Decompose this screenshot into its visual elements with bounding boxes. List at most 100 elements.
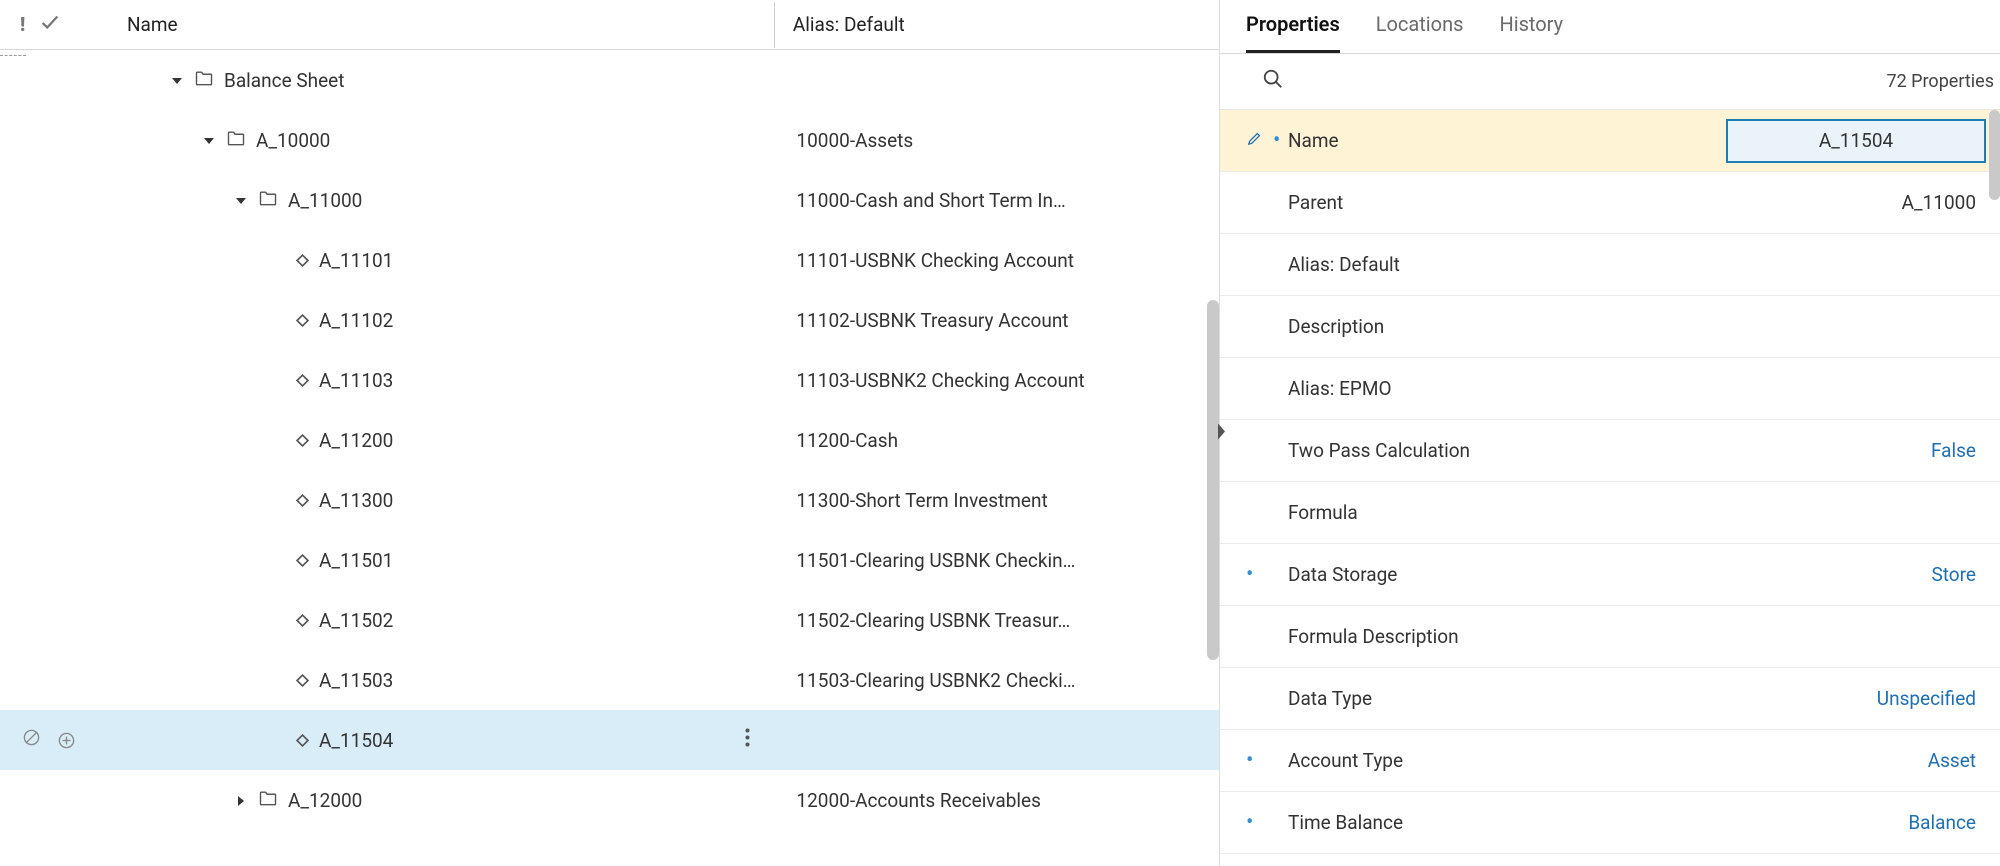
tree-row[interactable]: A_11503 11503-Clearing USBNK2 Checki… (0, 650, 1219, 710)
tab-locations[interactable]: Locations (1376, 12, 1464, 53)
tree-row[interactable]: A_1110211102-USBNK Treasury Account (0, 290, 1219, 350)
forbidden-icon[interactable] (22, 728, 41, 752)
leaf-node-icon (296, 369, 309, 392)
property-value-input[interactable] (1726, 119, 1986, 163)
properties-tabs: Properties Locations History (1220, 0, 2000, 54)
property-row[interactable]: Alias: Default (1220, 234, 2000, 296)
leaf-node-icon (296, 489, 309, 512)
node-name: A_11501 (319, 549, 393, 572)
properties-count: 72 Properties (1886, 71, 1994, 92)
collapse-toggle[interactable] (234, 189, 248, 212)
node-name: A_12000 (288, 789, 362, 812)
property-label: Description (1288, 315, 1726, 338)
expand-toggle[interactable] (234, 789, 248, 812)
node-name: A_11103 (319, 369, 393, 392)
panel-expand-arrow[interactable] (1216, 422, 1226, 445)
property-label: Alias: EPMO (1288, 377, 1726, 400)
property-value[interactable]: Unspecified (1726, 687, 1986, 710)
tree-row[interactable]: Balance Sheet (0, 50, 1219, 110)
leaf-node-icon (296, 249, 309, 272)
property-label: Alias: Default (1288, 253, 1726, 276)
property-row[interactable]: Formula Description (1220, 606, 2000, 668)
node-name: A_11102 (319, 309, 393, 332)
name-cell: A_11102 (95, 309, 778, 332)
properties-toolbar: 72 Properties (1220, 54, 2000, 110)
property-label: Parent (1288, 191, 1726, 214)
tree-row[interactable]: A_11101 11101-USBNK Checking Account (0, 230, 1219, 290)
property-row[interactable]: •Data StorageStore (1220, 544, 2000, 606)
property-label: Account Type (1288, 749, 1726, 772)
tree-row[interactable]: A_1130011300-Short Term Investment (0, 470, 1219, 530)
tree-row[interactable]: A_11000 11000-Cash and Short Term In… (0, 170, 1219, 230)
node-name: A_11504 (319, 729, 393, 752)
property-value[interactable]: False (1726, 439, 1986, 462)
check-column-icon (39, 11, 61, 38)
name-cell: A_11503 (95, 669, 778, 692)
node-alias: 12000-Accounts Receivables (778, 789, 1219, 812)
name-cell: A_11000 (95, 188, 778, 213)
node-alias: 10000-Assets (778, 129, 1219, 152)
column-header-name[interactable]: Name (95, 13, 774, 36)
property-row[interactable]: •Account TypeAsset (1220, 730, 2000, 792)
leaf-node-icon (296, 429, 309, 452)
property-row[interactable]: •Time BalanceBalance (1220, 792, 2000, 854)
node-name: A_11502 (319, 609, 393, 632)
tab-history[interactable]: History (1499, 12, 1563, 53)
name-cell: A_11300 (95, 489, 778, 512)
collapse-toggle[interactable] (202, 129, 216, 152)
properties-scrollbar[interactable] (1989, 110, 2000, 200)
property-value[interactable]: Balance (1726, 811, 1986, 834)
name-cell: A_12000 (95, 788, 778, 813)
property-row[interactable]: Data TypeUnspecified (1220, 668, 2000, 730)
property-label: Data Type (1288, 687, 1726, 710)
node-name: A_11300 (319, 489, 393, 512)
folder-icon (226, 128, 246, 153)
name-cell: A_11200 (95, 429, 778, 452)
node-alias: 11200-Cash (778, 429, 1219, 452)
row-gutter (20, 728, 95, 752)
node-alias: 11503-Clearing USBNK2 Checki… (778, 669, 1219, 692)
tree-row[interactable]: A_1120011200-Cash (0, 410, 1219, 470)
node-alias: 11000-Cash and Short Term In… (778, 189, 1219, 212)
leaf-node-icon (296, 309, 309, 332)
tree-row[interactable]: A_1110311103-USBNK2 Checking Account (0, 350, 1219, 410)
collapse-toggle[interactable] (170, 69, 184, 92)
name-cell: A_11103 (95, 369, 778, 392)
property-row[interactable]: Two Pass CalculationFalse (1220, 420, 2000, 482)
edit-icon[interactable] (1246, 129, 1263, 152)
property-label: Name (1288, 129, 1726, 152)
search-icon[interactable] (1262, 68, 1284, 95)
property-row[interactable]: Description (1220, 296, 2000, 358)
node-name: A_11503 (319, 669, 393, 692)
property-label: Two Pass Calculation (1288, 439, 1726, 462)
node-name: A_11101 (319, 249, 393, 272)
properties-list: •NameParentA_11000Alias: DefaultDescript… (1220, 110, 2000, 866)
node-name: Balance Sheet (224, 69, 344, 92)
folder-icon (194, 68, 214, 93)
tree-row[interactable]: A_1000010000-Assets (0, 110, 1219, 170)
column-header-alias[interactable]: Alias: Default (775, 13, 1211, 36)
property-value[interactable]: Asset (1726, 749, 1986, 772)
tree-row[interactable]: A_1150111501-Clearing USBNK Checkin… (0, 530, 1219, 590)
property-row[interactable]: ParentA_11000 (1220, 172, 2000, 234)
property-value[interactable]: Store (1726, 563, 1986, 586)
tree-row[interactable]: A_1150211502-Clearing USBNK Treasur… (0, 590, 1219, 650)
property-row[interactable]: Formula (1220, 482, 2000, 544)
tree-row[interactable]: A_11504 (0, 710, 1219, 770)
property-row[interactable]: •Name (1220, 110, 2000, 172)
tab-properties[interactable]: Properties (1246, 12, 1340, 53)
property-value: A_11000 (1726, 191, 1986, 214)
node-name: A_11000 (288, 189, 362, 212)
row-menu-icon[interactable] (745, 729, 750, 752)
name-cell: A_11501 (95, 549, 778, 572)
leaf-node-icon (296, 669, 309, 692)
warning-column-icon: ! (20, 13, 25, 36)
leaf-node-icon (296, 609, 309, 632)
add-icon[interactable] (57, 731, 75, 749)
properties-pane: Properties Locations History 72 Properti… (1220, 0, 2000, 866)
tree-header: ! Name Alias: Default (0, 0, 1219, 50)
node-alias: 11101-USBNK Checking Account (778, 249, 1219, 272)
tree-row[interactable]: A_12000 12000-Accounts Receivables (0, 770, 1219, 830)
hierarchy-pane: ! Name Alias: Default Balance Sheet A_100… (0, 0, 1220, 866)
property-row[interactable]: Alias: EPMO (1220, 358, 2000, 420)
